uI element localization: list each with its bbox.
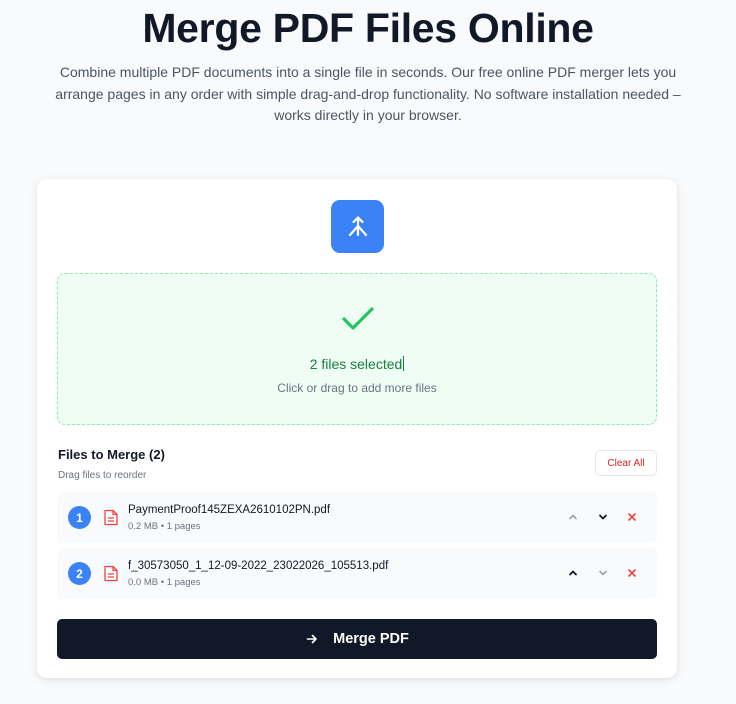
text-cursor [403,356,405,371]
page-title: Merge PDF Files Online [142,5,594,51]
chevron-up-icon [569,514,577,520]
move-up-button[interactable] [565,509,581,525]
clear-all-button[interactable]: Clear All [595,450,657,476]
close-icon [628,513,636,521]
merge-icon [331,200,384,253]
chevron-down-icon [599,570,607,576]
remove-file-button[interactable] [624,565,640,581]
chevron-down-icon [599,514,607,520]
arrow-right-icon [306,634,317,644]
merge-card: 2 files selected Click or drag to add mo… [37,179,677,678]
chevron-up-icon [569,570,577,576]
file-dropzone[interactable]: 2 files selected Click or drag to add mo… [57,273,657,425]
file-row[interactable]: 2 f_30573050_1_12-09-2022_23022026_10551… [57,548,657,599]
page-description: Combine multiple PDF documents into a si… [55,64,681,123]
file-order-badge: 1 [68,506,91,529]
merge-pdf-button[interactable]: Merge PDF [57,619,657,659]
file-meta: 0.2 MB • 1 pages [128,521,201,532]
file-name: f_30573050_1_12-09-2022_23022026_105513.… [128,560,389,572]
dropzone-hint: Click or drag to add more files [277,381,437,395]
pdf-file-icon [104,509,118,526]
close-icon [628,569,636,577]
file-name: PaymentProof145ZEXA2610102PN.pdf [128,504,331,516]
checkmark-icon [342,307,374,330]
merge-pdf-label: Merge PDF [333,631,409,647]
file-order-badge: 2 [68,562,91,585]
files-reorder-hint: Drag files to reorder [58,470,147,481]
files-selected-status: 2 files selected [58,356,656,372]
move-down-button[interactable] [595,565,611,581]
files-selected-text: 2 files selected [309,356,403,372]
file-meta: 0.0 MB • 1 pages [128,577,201,588]
files-heading: Files to Merge (2) [58,447,165,462]
pdf-file-icon [104,565,118,582]
remove-file-button[interactable] [624,509,640,525]
move-up-button[interactable] [565,565,581,581]
file-row[interactable]: 1 PaymentProof145ZEXA2610102PN.pdf 0.2 M… [57,492,657,543]
move-down-button[interactable] [595,509,611,525]
